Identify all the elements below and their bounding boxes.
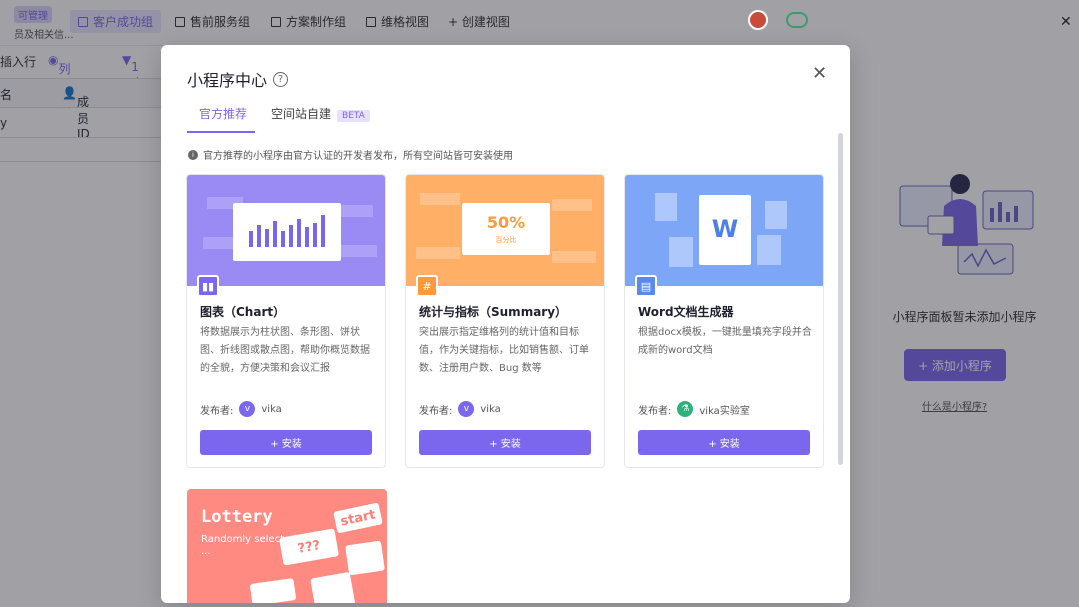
- panel-dim: [850, 46, 1079, 607]
- tab-official[interactable]: 官方推荐: [187, 105, 255, 133]
- chart-banner-illustration: [203, 197, 377, 261]
- modal-close-icon[interactable]: ✕: [812, 63, 827, 84]
- lottery-title: Lottery: [201, 507, 273, 527]
- modal-scrollbar[interactable]: [838, 133, 843, 465]
- cloud-sync-icon[interactable]: [786, 12, 808, 28]
- card-name: 统计与指标（Summary）: [419, 305, 568, 319]
- hash-icon: #: [416, 275, 438, 297]
- vika-logo-icon: v: [239, 401, 256, 417]
- card-banner: [187, 175, 385, 286]
- card-banner: W: [625, 175, 823, 286]
- card-desc: 将数据展示为柱状图、条形图、饼状图、折线图或散点图，帮助你概览数据的全貌，方便决…: [200, 327, 370, 374]
- bar-chart-icon: ▮▮: [197, 275, 219, 297]
- card-desc: 突出展示指定维格列的统计值和目标值，作为关键指标，比如销售额、订单数、注册用户数…: [419, 327, 589, 374]
- card-publisher: 发布者: ⚗ vika实验室: [638, 401, 750, 417]
- widget-card-chart[interactable]: ▮▮ 图表（Chart） 将数据展示为柱状图、条形图、饼状图、折线图或散点图，帮…: [186, 174, 386, 468]
- beta-badge: BETA: [337, 110, 370, 122]
- help-icon[interactable]: ?: [273, 71, 289, 87]
- install-button[interactable]: + 安装: [419, 430, 591, 455]
- widget-center-modal: 小程序中心 ? ✕ 官方推荐 空间站自建 BETA i 官方推荐的小程序由官方认证…: [161, 45, 850, 603]
- lottery-deco-card: [345, 540, 385, 576]
- lottery-start-card: start: [333, 502, 383, 534]
- info-icon: i: [188, 149, 198, 160]
- card-banner: 50% 百分比: [406, 175, 604, 286]
- official-notice: i 官方推荐的小程序由官方认证的开发者发布，所有空间站皆可安装使用: [188, 147, 513, 162]
- widget-card-word[interactable]: W ▤ Word文档生成器 根据docx模板，一键批量填充字段并合成新的word…: [624, 174, 824, 468]
- widget-card-lottery[interactable]: Lottery Randomly selected data ... start…: [187, 489, 387, 603]
- top-right-icons: [748, 10, 808, 30]
- modal-title: 小程序中心 ?: [187, 67, 289, 91]
- card-name: 图表（Chart）: [200, 305, 286, 319]
- install-button[interactable]: + 安装: [638, 430, 810, 455]
- summary-value: 50%: [486, 213, 526, 232]
- card-publisher: 发布者: v vika: [419, 401, 501, 417]
- close-icon[interactable]: ✕: [1060, 14, 1072, 30]
- summary-caption: 百分比: [495, 236, 517, 244]
- card-name: Word文档生成器: [638, 305, 734, 319]
- vika-logo-icon: v: [458, 401, 475, 417]
- lottery-deco-card: [310, 571, 356, 603]
- card-desc: 根据docx模板，一键批量填充字段并合成新的word文档: [638, 327, 812, 356]
- word-letter: W: [711, 215, 739, 243]
- widget-panel: 小程序面板暂未添加小程序 + 添加小程序 什么是小程序?: [850, 46, 1079, 607]
- word-doc-icon: ▤: [635, 275, 657, 297]
- lottery-deco-card: [249, 578, 297, 603]
- tab-space-built[interactable]: 空间站自建 BETA: [271, 105, 370, 133]
- card-publisher: 发布者: v vika: [200, 401, 282, 417]
- modal-tabs: 官方推荐 空间站自建 BETA: [187, 105, 827, 133]
- vika-lab-logo-icon: ⚗: [677, 401, 694, 417]
- avatar[interactable]: [748, 10, 768, 30]
- widget-card-summary[interactable]: 50% 百分比 # 统计与指标（Summary） 突出展示指定维格列的统计值和目…: [405, 174, 605, 468]
- install-button[interactable]: + 安装: [200, 430, 372, 455]
